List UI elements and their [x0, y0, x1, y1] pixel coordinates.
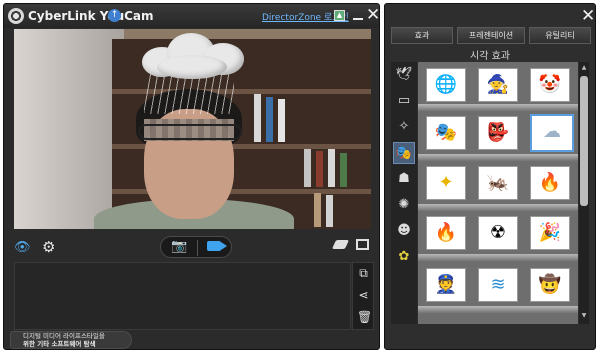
youcam-logo-icon [8, 8, 24, 24]
effects-tabs: 효과 프레젠테이션 유틸리티 [391, 27, 591, 44]
effect-stars[interactable]: ✦ [426, 166, 466, 200]
share-icon[interactable]: ⋖ [357, 289, 370, 302]
promo-line-2: 위한 기타 소프트웨어 탐색 [23, 339, 96, 348]
category-bar: 🕊 ▭ ✧ 🎭 ☗ ✺ ☻ ✿ [391, 62, 417, 324]
update-button[interactable]: ↑ [108, 9, 121, 22]
media-gallery[interactable] [14, 262, 351, 330]
bird-icon[interactable]: 🕊 [393, 64, 415, 86]
effect-party-hat[interactable]: 🎉 [530, 216, 570, 250]
effect-cowboy-hat[interactable]: 🤠 [530, 268, 570, 302]
promo-line-1: 디지털 미디어 라이프스타일을 [23, 332, 105, 340]
effect-rain-cloud[interactable]: ☁ [530, 114, 574, 152]
effect-venetian-mask[interactable]: 🎭 [426, 116, 466, 150]
scroll-up-icon[interactable]: ▲ [580, 64, 588, 72]
flower-icon[interactable]: ✿ [393, 246, 415, 268]
effect-opera-mask[interactable]: 👺 [478, 116, 518, 150]
effects-grid: 🌐 🧙 🤡 🎭 👺 ☁ ✦ 🦗 🔥 🔥 ☢ 🎉 👮 ≋ 🤠 [418, 62, 578, 324]
wall [14, 29, 124, 229]
control-bar: 👁 ⚙ 📷 [4, 234, 379, 260]
panel-title: 시각 효과 [470, 51, 510, 62]
webcam-preview [14, 29, 371, 229]
effect-blue-waves[interactable]: ≋ [478, 268, 518, 302]
effect-gas-mask[interactable]: ☢ [478, 216, 518, 250]
smiley-icon[interactable]: ☻ [393, 220, 415, 242]
upload-icon[interactable]: ▲ [334, 10, 345, 21]
screen: CyberLink YouCam ↑ DirectorZone 로그인 ▲ ✕ [0, 0, 600, 352]
gear-icon[interactable]: ⚙ [42, 238, 55, 256]
eye-icon[interactable]: 👁 [14, 240, 31, 255]
mask-icon[interactable]: 🎭 [393, 142, 415, 164]
title-bar: CyberLink YouCam ↑ DirectorZone 로그인 ▲ ✕ [4, 4, 379, 28]
effect-green-bug[interactable]: 🦗 [478, 166, 518, 200]
effect-globe-arrow[interactable]: 🌐 [426, 68, 466, 102]
effects-scrollbar[interactable]: ▲ ▼ [579, 62, 589, 324]
rain-cloud-effect [132, 29, 252, 84]
eraser-icon[interactable] [331, 240, 350, 249]
effects-panel: ✕ 효과 프레젠테이션 유틸리티 시각 효과 🕊 ▭ ✧ 🎭 ☗ ✺ ☻ ✿ 🌐… [384, 3, 596, 350]
tab-effects[interactable]: 효과 [391, 27, 453, 44]
youcam-main-window: CyberLink YouCam ↑ DirectorZone 로그인 ▲ ✕ [3, 3, 380, 350]
frame-icon[interactable]: ▭ [393, 90, 415, 112]
effects-close-button[interactable]: ✕ [581, 8, 595, 25]
import-icon[interactable]: ⧉ [357, 267, 370, 280]
effect-clown[interactable]: 🤡 [530, 68, 570, 102]
trash-icon[interactable]: 🗑 [357, 311, 372, 324]
capture-mode-group: 📷 [160, 236, 232, 258]
minimize-button[interactable] [352, 8, 364, 22]
close-button[interactable]: ✕ [366, 7, 379, 24]
effect-witch-hat[interactable]: 🧙 [478, 68, 518, 102]
app-title: CyberLink YouCam [28, 9, 154, 23]
scroll-down-icon[interactable]: ▼ [580, 312, 588, 320]
effect-police-cap[interactable]: 👮 [426, 268, 466, 302]
glasses [138, 124, 242, 140]
tab-presentation[interactable]: 프레젠테이션 [457, 27, 525, 44]
tab-utility[interactable]: 유틸리티 [529, 27, 591, 44]
scroll-thumb[interactable] [580, 76, 588, 206]
display-mode-icon[interactable] [356, 239, 369, 250]
camera-icon[interactable]: 📷 [171, 239, 187, 254]
promo-button[interactable]: 디지털 미디어 라이프스타일을 위한 기타 소프트웨어 탐색 [10, 331, 132, 349]
video-camera-icon[interactable] [207, 241, 227, 251]
effect-fire[interactable]: 🔥 [426, 216, 466, 250]
costume-icon[interactable]: ☗ [393, 168, 415, 190]
gallery-tools: ⧉ ⋖ 🗑 [352, 262, 374, 330]
splash-icon[interactable]: ✺ [393, 194, 415, 216]
sparkle-icon[interactable]: ✧ [393, 116, 415, 138]
effect-flames[interactable]: 🔥 [530, 166, 570, 200]
